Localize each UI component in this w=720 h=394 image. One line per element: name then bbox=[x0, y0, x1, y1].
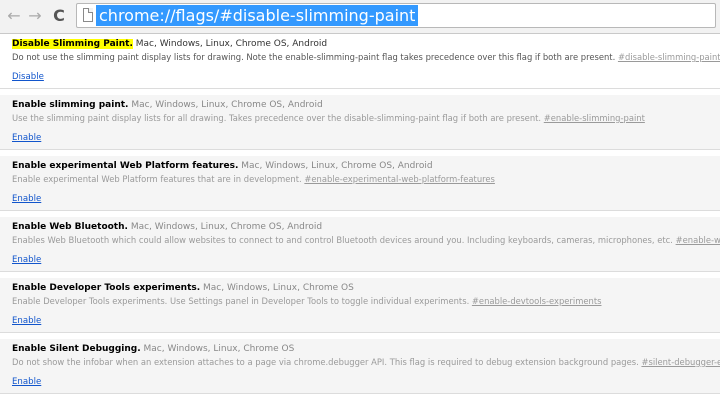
experiment-description: Use the slimming paint display lists for… bbox=[12, 113, 542, 123]
back-arrow-icon[interactable]: ← bbox=[5, 7, 23, 25]
experiment-description: Enables Web Bluetooth which could allow … bbox=[12, 235, 673, 245]
experiment-header: Enable Web Bluetooth. Mac, Windows, Linu… bbox=[12, 221, 710, 234]
experiment-permalink[interactable]: #enable-slimming-paint bbox=[544, 113, 645, 123]
experiment-description-line: Do not use the slimming paint display li… bbox=[12, 51, 720, 64]
experiments-list: Disable Slimming Paint. Mac, Windows, Li… bbox=[0, 34, 720, 394]
experiment-platforms: Mac, Windows, Linux, Chrome OS, Android bbox=[131, 100, 323, 110]
experiment-header: Enable Developer Tools experiments. Mac,… bbox=[12, 282, 710, 295]
browser-toolbar: ← → C chrome://flags/#disable-slimming-p… bbox=[0, 0, 720, 34]
experiment-name: Enable experimental Web Platform feature… bbox=[12, 161, 239, 171]
experiment-permalink[interactable]: #enable-devtools-experiments bbox=[472, 296, 602, 306]
experiment-description-line: Enable Developer Tools experiments. Use … bbox=[12, 295, 710, 308]
experiment-description: Do not use the slimming paint display li… bbox=[12, 52, 616, 62]
address-bar-url[interactable]: chrome://flags/#disable-slimming-paint bbox=[96, 5, 419, 26]
experiment-name: Enable Developer Tools experiments. bbox=[12, 283, 201, 293]
experiment-toggle-link[interactable]: Enable bbox=[12, 132, 41, 145]
reload-icon[interactable]: C bbox=[50, 7, 68, 25]
experiment-description: Enable experimental Web Platform feature… bbox=[12, 174, 302, 184]
experiment-header: Disable Slimming Paint. Mac, Windows, Li… bbox=[12, 38, 710, 51]
experiment-name: Enable slimming paint. bbox=[12, 100, 129, 110]
experiment-item-enable-devtools-experiments: Enable Developer Tools experiments. Mac,… bbox=[0, 278, 720, 333]
experiment-header: Enable slimming paint. Mac, Windows, Lin… bbox=[12, 99, 710, 112]
experiment-description-line: Enable experimental Web Platform feature… bbox=[12, 173, 710, 186]
experiment-name: Disable Slimming Paint. bbox=[12, 39, 133, 49]
experiment-toggle-link[interactable]: Disable bbox=[12, 71, 44, 84]
address-bar[interactable]: chrome://flags/#disable-slimming-paint bbox=[76, 3, 716, 28]
experiment-platforms: Mac, Windows, Linux, Chrome OS, Android bbox=[135, 39, 328, 49]
experiment-header: Enable experimental Web Platform feature… bbox=[12, 160, 710, 173]
experiment-item-enable-experimental-web-platform-features: Enable experimental Web Platform feature… bbox=[0, 156, 720, 211]
experiment-description-line: Use the slimming paint display lists for… bbox=[12, 112, 710, 125]
experiment-description: Do not show the infobar when an extensio… bbox=[12, 357, 639, 367]
experiment-platforms: Mac, Windows, Linux, Chrome OS bbox=[143, 344, 295, 354]
experiment-permalink[interactable]: #silent-debugger-extension-api bbox=[641, 357, 720, 367]
experiment-header: Enable Silent Debugging. Mac, Windows, L… bbox=[12, 343, 710, 356]
experiment-platforms: Mac, Windows, Linux, Chrome OS, Android bbox=[241, 161, 433, 171]
experiment-item-silent-debugger-extension-api: Enable Silent Debugging. Mac, Windows, L… bbox=[0, 339, 720, 394]
experiment-description-line: Do not show the infobar when an extensio… bbox=[12, 356, 720, 369]
experiment-item-enable-slimming-paint: Enable slimming paint. Mac, Windows, Lin… bbox=[0, 95, 720, 150]
experiment-toggle-link[interactable]: Enable bbox=[12, 315, 41, 328]
page-icon bbox=[83, 8, 93, 22]
experiment-platforms: Mac, Windows, Linux, Chrome OS, Android bbox=[130, 222, 323, 232]
experiment-toggle-link[interactable]: Enable bbox=[12, 254, 41, 267]
experiment-description-line: Enables Web Bluetooth which could allow … bbox=[12, 234, 720, 247]
experiment-permalink[interactable]: #enable-web-bluetooth bbox=[676, 235, 720, 245]
experiment-permalink[interactable]: #disable-slimming-paint bbox=[618, 52, 720, 62]
experiment-platforms: Mac, Windows, Linux, Chrome OS bbox=[203, 283, 354, 293]
experiment-name: Enable Web Bluetooth. bbox=[12, 222, 128, 232]
experiment-item-disable-slimming-paint: Disable Slimming Paint. Mac, Windows, Li… bbox=[0, 34, 720, 89]
forward-arrow-icon[interactable]: → bbox=[26, 7, 44, 25]
experiment-toggle-link[interactable]: Enable bbox=[12, 376, 41, 389]
experiment-permalink[interactable]: #enable-experimental-web-platform-featur… bbox=[304, 174, 495, 184]
experiment-name: Enable Silent Debugging. bbox=[12, 344, 141, 354]
experiment-description: Enable Developer Tools experiments. Use … bbox=[12, 296, 470, 306]
experiment-toggle-link[interactable]: Enable bbox=[12, 193, 41, 206]
experiment-item-enable-web-bluetooth: Enable Web Bluetooth. Mac, Windows, Linu… bbox=[0, 217, 720, 272]
